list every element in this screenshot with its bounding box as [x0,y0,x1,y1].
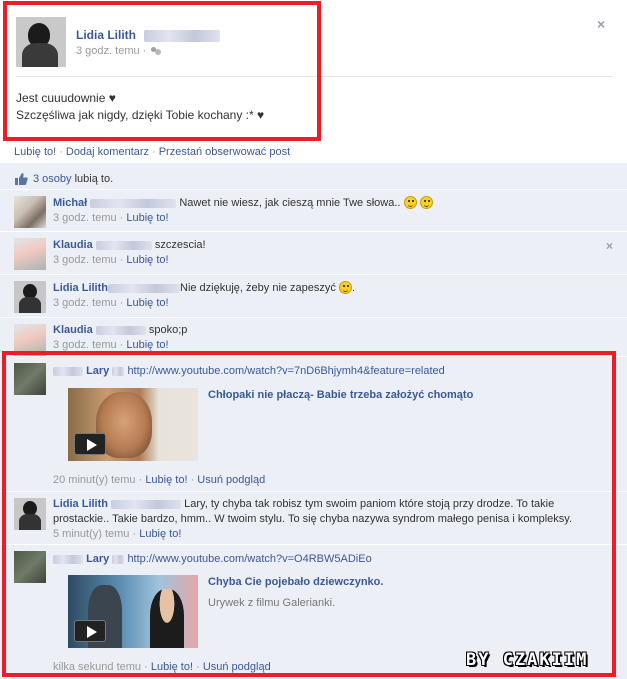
commenter-name[interactable]: Lary [86,553,109,565]
comment-time[interactable]: 3 godz. temu [53,297,117,309]
comment-like-link[interactable]: Lubię to! [126,339,168,351]
redacted-surname [108,283,180,293]
commenter-avatar[interactable] [14,281,46,313]
comment-like-link[interactable]: Lubię to! [139,528,181,540]
thumbs-up-icon [15,173,28,185]
comment-time[interactable]: 3 godz. temu [53,254,117,266]
smiley-icon [403,196,417,209]
redacted-first-name [53,554,83,564]
commenter-name[interactable]: Lary [86,365,109,377]
comment-time[interactable]: 3 godz. temu [53,339,117,351]
comment-item: Lary http://www.youtube.com/watch?v=7nD6… [0,358,627,492]
likes-count-link[interactable]: 3 osoby [33,173,72,185]
separator: · [142,45,147,57]
video-url-link[interactable]: http://www.youtube.com/watch?v=O4RBW5ADi… [127,553,371,565]
commenter-avatar[interactable] [14,551,46,583]
likes-text: 3 osoby lubią to. [33,173,113,185]
unfollow-link[interactable]: Przestań obserwować post [159,146,290,158]
commenter-name[interactable]: Klaudia [53,324,93,336]
like-link[interactable]: Lubię to! [14,146,56,158]
comment-like-link[interactable]: Lubię to! [151,661,193,673]
comment-item: Lidia Lilith Nie dziękuję, żeby nie zapes… [0,276,627,318]
redacted-surname [90,198,177,208]
redacted-surname [95,325,146,335]
watermark: BY CZAKIIM [466,650,589,670]
comment-like-link[interactable]: Lubię to! [145,474,187,486]
author-avatar[interactable] [16,17,66,67]
commenter-name[interactable]: Lidia Lilith [53,282,108,294]
redacted-surname [144,30,220,42]
post-time-text[interactable]: 3 godz. temu [76,45,140,57]
comment-time[interactable]: 5 minut(y) temu [53,528,129,540]
redacted-surname [112,366,125,376]
likes-summary: 3 osoby lubią to. [0,166,627,190]
commenter-avatar[interactable] [14,363,46,395]
video-title-link[interactable]: Chłopaki nie płaczą- Babie trzeba założy… [208,389,473,401]
comment-item: Michał Nawet nie wiesz, jak cieszą mnie … [0,191,627,232]
remove-preview-link[interactable]: Usuń podgląd [203,661,271,673]
comment-text-suffix: . [351,282,356,294]
video-title-link[interactable]: Chyba Cie pojebało dziewczynko. [208,576,383,588]
play-icon[interactable] [74,620,106,642]
comment-like-link[interactable]: Lubię to! [126,212,168,224]
comment-text: spoko;p [148,324,188,336]
comment-time[interactable]: 3 godz. temu [53,212,117,224]
comment-text: Nawet nie wiesz, jak cieszą mnie Twe sło… [179,197,401,209]
close-icon[interactable]: × [606,239,613,253]
smiley-icon [338,281,352,294]
comment-item: Lidia Lilith Lary, ty chyba tak robisz t… [0,493,627,545]
comment-text: Lary, ty chyba tak robisz tym swoim pani… [184,498,555,510]
smiley-icon [419,196,433,209]
close-icon[interactable]: × [597,16,605,32]
post-timestamp: 3 godz. temu · [76,45,162,57]
redacted-surname [112,554,125,564]
redacted-surname [95,240,152,250]
commenter-avatar[interactable] [14,196,46,228]
comment-like-link[interactable]: Lubię to! [126,254,168,266]
commenter-name[interactable]: Klaudia [53,239,93,251]
video-url-link[interactable]: http://www.youtube.com/watch?v=7nD6Bhjym… [127,365,444,377]
commenter-avatar[interactable] [14,498,46,530]
post-message-line: Jest cuuudownie ♥ [16,91,116,105]
likes-suffix: lubią to. [74,173,114,185]
redacted-first-name [53,366,83,376]
remove-preview-link[interactable]: Usuń podgląd [197,474,265,486]
comment-like-link[interactable]: Lubię to! [126,297,168,309]
post-actions: Lubię to! · Dodaj komentarz · Przestań obser… [14,146,290,158]
add-comment-link[interactable]: Dodaj komentarz [66,146,149,158]
comment-time[interactable]: 20 minut(y) temu [53,474,136,486]
comment-text: prostackie.. Takie bardzo, hmm.. W twoim… [53,513,573,525]
separator: · [59,146,63,158]
comment-item: Klaudia spoko;p 3 godz. temu · Lubię to! [0,319,627,357]
commenter-name[interactable]: Lidia Lilith [53,498,108,510]
post-message-line: Szczęśliwa jak nigdy, dzięki Tobie kocha… [16,108,265,122]
commenter-avatar[interactable] [14,238,46,270]
play-icon[interactable] [74,433,106,455]
video-description: Urywek z filmu Galerianki. [208,597,336,609]
comment-item: Klaudia szczescia! 3 godz. temu · Lubię … [0,233,627,275]
divider [16,76,612,77]
separator: · [152,146,156,158]
post-message: Jest cuuudownie ♥ Szczęśliwa jak nigdy, … [16,90,264,124]
comment-time[interactable]: kilka sekund temu [53,661,141,673]
video-thumbnail[interactable] [68,388,198,461]
friends-icon[interactable] [151,46,162,56]
redacted-surname [111,499,182,509]
comment-text: szczescia! [154,239,206,251]
story-post: Lidia Lilith 3 godz. temu · × Jest cuuud… [0,0,627,679]
comment-text: Nie dziękuję, żeby nie zapeszyć [180,282,336,294]
commenter-name[interactable]: Michał [53,197,87,209]
commenter-avatar[interactable] [14,324,46,356]
author-name[interactable]: Lidia Lilith [76,28,136,42]
video-thumbnail[interactable] [68,575,198,648]
